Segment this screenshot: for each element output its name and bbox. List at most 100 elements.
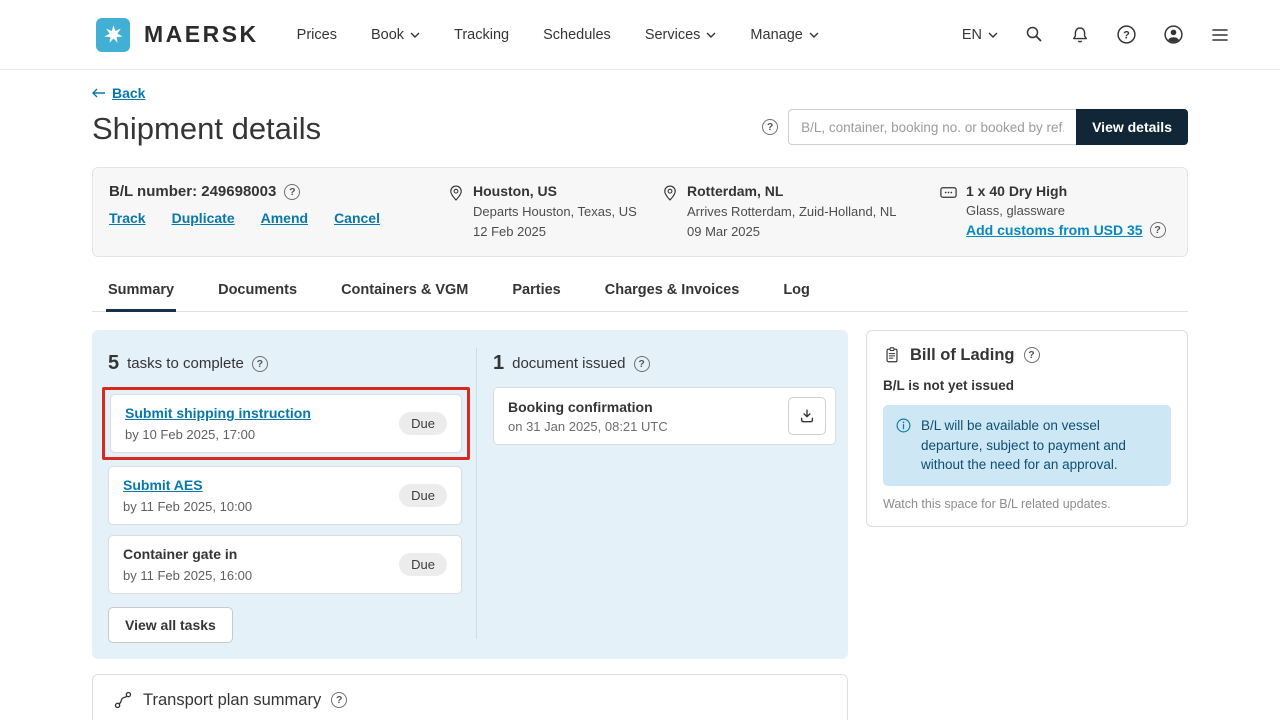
task-item-container-gate-in[interactable]: Container gate in by 11 Feb 2025, 16:00 … <box>108 535 462 594</box>
destination-date: 09 Mar 2025 <box>687 224 897 239</box>
duplicate-link[interactable]: Duplicate <box>172 210 235 226</box>
svg-text:?: ? <box>1123 29 1130 41</box>
bl-number-section: B/L number: 249698003 Track Duplicate Am… <box>109 183 447 239</box>
container-icon <box>939 183 958 202</box>
due-badge: Due <box>399 412 447 435</box>
tab-documents[interactable]: Documents <box>216 273 299 312</box>
maersk-star-icon <box>102 23 125 46</box>
top-navigation-bar: MAERSK Prices Book Tracking Schedules Se… <box>0 0 1280 70</box>
menu-icon[interactable] <box>1210 26 1230 44</box>
main-nav: Prices Book Tracking Schedules Services … <box>297 27 819 43</box>
task-item-submit-aes[interactable]: Submit AES by 11 Feb 2025, 10:00 Due <box>108 466 462 525</box>
bol-footnote: Watch this space for B/L related updates… <box>883 497 1171 511</box>
nav-item-prices[interactable]: Prices <box>297 27 337 43</box>
tab-log[interactable]: Log <box>781 273 812 312</box>
brand-wordmark: MAERSK <box>144 21 259 48</box>
documents-section: 1 document issued Booking confirmation o… <box>477 344 836 643</box>
bol-info-box: B/L will be available on vessel departur… <box>883 405 1171 486</box>
due-badge: Due <box>399 484 447 507</box>
tab-summary[interactable]: Summary <box>106 273 176 312</box>
task-deadline: by 11 Feb 2025, 16:00 <box>123 568 252 583</box>
cancel-link[interactable]: Cancel <box>334 210 380 226</box>
chevron-down-icon <box>809 32 819 38</box>
nav-item-services[interactable]: Services <box>645 27 717 43</box>
bill-of-lading-card: Bill of Lading B/L is not yet issued B/L… <box>866 330 1188 527</box>
tab-charges-invoices[interactable]: Charges & Invoices <box>603 273 742 312</box>
tasks-documents-panel: 5 tasks to complete Submit shipping inst… <box>92 330 848 659</box>
tasks-heading: tasks to complete <box>127 355 244 372</box>
notifications-bell-icon[interactable] <box>1070 25 1090 45</box>
nav-item-tracking[interactable]: Tracking <box>454 27 509 43</box>
download-button[interactable] <box>788 397 826 435</box>
task-link[interactable]: Submit shipping instruction <box>125 405 311 421</box>
shipment-summary-bar: B/L number: 249698003 Track Duplicate Am… <box>92 167 1188 257</box>
amend-link[interactable]: Amend <box>261 210 308 226</box>
tab-parties[interactable]: Parties <box>510 273 562 312</box>
transport-plan-help-icon[interactable] <box>331 692 347 708</box>
red-annotation-box: Submit shipping instruction by 10 Feb 20… <box>102 387 470 460</box>
clipboard-icon <box>883 345 901 365</box>
shipment-search-input[interactable] <box>788 109 1076 145</box>
document-date: on 31 Jan 2025, 08:21 UTC <box>508 419 668 434</box>
bol-info-text: B/L will be available on vessel departur… <box>921 416 1159 475</box>
chevron-down-icon <box>410 32 420 38</box>
task-deadline: by 11 Feb 2025, 10:00 <box>123 499 252 514</box>
task-title: Container gate in <box>123 546 237 562</box>
commodity: Glass, glassware <box>966 203 1166 218</box>
back-link[interactable]: Back <box>92 85 145 101</box>
download-icon <box>798 407 816 425</box>
tasks-section: 5 tasks to complete Submit shipping inst… <box>104 344 476 643</box>
transport-plan-card: Transport plan summary Status: Not start… <box>92 674 848 720</box>
customs-help-icon[interactable] <box>1150 222 1166 238</box>
transport-plan-title: Transport plan summary <box>143 691 321 710</box>
view-all-tasks-button[interactable]: View all tasks <box>108 607 233 643</box>
language-selector[interactable]: EN <box>962 27 998 43</box>
nav-item-schedules[interactable]: Schedules <box>543 27 611 43</box>
help-icon[interactable]: ? <box>1116 24 1137 45</box>
account-icon[interactable] <box>1163 24 1184 45</box>
search-help-icon[interactable] <box>762 119 778 135</box>
document-title: Booking confirmation <box>508 399 668 415</box>
bol-status: B/L is not yet issued <box>883 378 1171 393</box>
bl-help-icon[interactable] <box>284 184 300 200</box>
task-link[interactable]: Submit AES <box>123 477 203 493</box>
origin-city: Houston, US <box>473 183 637 199</box>
container-type: 1 x 40 Dry High <box>966 183 1166 199</box>
origin-section: Houston, US Departs Houston, Texas, US 1… <box>447 183 661 239</box>
add-customs-link[interactable]: Add customs from USD 35 <box>966 222 1143 238</box>
location-pin-icon <box>661 183 679 203</box>
view-details-button[interactable]: View details <box>1076 109 1188 145</box>
document-item-booking-confirmation[interactable]: Booking confirmation on 31 Jan 2025, 08:… <box>493 387 836 445</box>
task-item-submit-shipping-instruction[interactable]: Submit shipping instruction by 10 Feb 20… <box>110 394 462 453</box>
location-pin-icon <box>447 183 465 203</box>
origin-date: 12 Feb 2025 <box>473 224 637 239</box>
track-link[interactable]: Track <box>109 210 146 226</box>
route-icon <box>113 690 133 710</box>
search-icon[interactable] <box>1024 25 1044 45</box>
maersk-logo[interactable] <box>96 18 130 52</box>
destination-section: Rotterdam, NL Arrives Rotterdam, Zuid-Ho… <box>661 183 907 239</box>
tasks-count: 5 <box>108 352 119 375</box>
cargo-section: 1 x 40 Dry High Glass, glassware Add cus… <box>939 183 1166 239</box>
destination-city: Rotterdam, NL <box>687 183 897 199</box>
shipment-tabs: Summary Documents Containers & VGM Parti… <box>92 273 1188 312</box>
bol-help-icon[interactable] <box>1024 347 1040 363</box>
nav-item-book[interactable]: Book <box>371 27 420 43</box>
documents-count: 1 <box>493 352 504 375</box>
nav-item-manage[interactable]: Manage <box>750 27 818 43</box>
info-icon <box>895 417 912 434</box>
documents-help-icon[interactable] <box>634 356 650 372</box>
documents-heading: document issued <box>512 355 625 372</box>
bol-title: Bill of Lading <box>910 346 1015 365</box>
due-badge: Due <box>399 553 447 576</box>
origin-detail: Departs Houston, Texas, US <box>473 204 637 219</box>
tasks-help-icon[interactable] <box>252 356 268 372</box>
tab-containers-vgm[interactable]: Containers & VGM <box>339 273 470 312</box>
bl-number-label: B/L number: 249698003 <box>109 183 276 200</box>
task-deadline: by 10 Feb 2025, 17:00 <box>125 427 311 442</box>
topbar-tools: EN ? <box>962 24 1230 45</box>
chevron-down-icon <box>706 32 716 38</box>
page-title: Shipment details <box>92 111 321 147</box>
shipment-search: View details <box>762 109 1188 145</box>
chevron-down-icon <box>988 32 998 38</box>
